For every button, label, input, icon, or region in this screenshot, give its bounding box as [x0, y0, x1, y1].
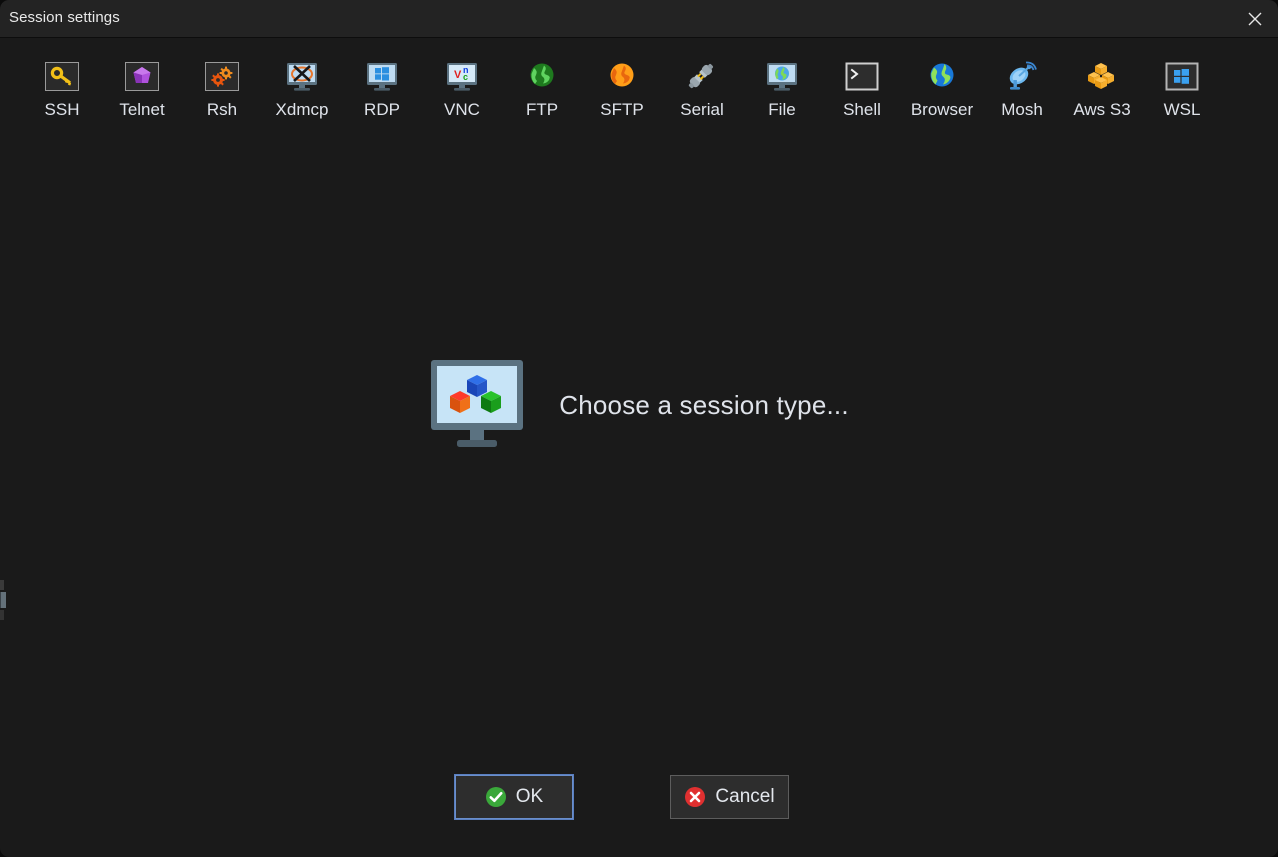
earth-globe-icon — [920, 58, 964, 94]
windows-box-icon — [1160, 58, 1204, 94]
title-bar: Session settings — [0, 0, 1278, 38]
session-type-sftp[interactable]: SFTP — [582, 44, 662, 120]
red-cross-icon — [684, 786, 706, 808]
vnc-monitor-icon: V n c — [440, 58, 484, 94]
plug-connector-icon — [680, 58, 724, 94]
session-type-shell[interactable]: Shell — [822, 44, 902, 120]
green-globe-icon — [520, 58, 564, 94]
ok-button-label: OK — [515, 786, 544, 807]
dialog-button-bar: OK Cancel — [0, 774, 1278, 821]
close-icon[interactable] — [1231, 0, 1278, 37]
left-edge-scrollbar-thumb[interactable] — [0, 592, 6, 608]
session-type-label: Telnet — [119, 100, 165, 119]
session-type-browser[interactable]: Browser — [902, 44, 982, 120]
session-type-serial[interactable]: Serial — [662, 44, 742, 120]
file-monitor-globe-icon — [760, 58, 804, 94]
session-type-vnc[interactable]: V n c VNC — [422, 44, 502, 120]
session-type-label: File — [768, 100, 796, 119]
session-type-label: Serial — [680, 100, 724, 119]
session-type-aws-s3[interactable]: Aws S3 — [1062, 44, 1142, 120]
session-type-rsh[interactable]: Rsh — [182, 44, 262, 120]
session-type-label: WSL — [1163, 100, 1201, 119]
cancel-button[interactable]: Cancel — [670, 775, 789, 819]
green-check-icon — [485, 786, 507, 808]
monitor-cubes-icon — [429, 358, 525, 452]
session-type-toolbar: SSH Telnet Rsh Xdmcp RDP V n c VNC FTP S… — [0, 44, 1278, 136]
svg-text:c: c — [463, 72, 468, 82]
session-type-label: Xdmcp — [275, 100, 329, 119]
x11-monitor-icon — [280, 58, 324, 94]
session-type-xdmcp[interactable]: Xdmcp — [262, 44, 342, 120]
session-type-label: FTP — [525, 100, 559, 119]
session-type-label: RDP — [364, 100, 400, 119]
placeholder-text: Choose a session type... — [559, 389, 849, 420]
cancel-button-label: Cancel — [715, 786, 775, 807]
session-type-label: SFTP — [600, 100, 644, 119]
session-type-label: SSH — [44, 100, 80, 119]
ok-button[interactable]: OK — [454, 774, 574, 820]
terminal-prompt-icon — [840, 58, 884, 94]
session-type-label: Rsh — [206, 100, 238, 119]
session-type-label: Mosh — [1001, 100, 1043, 119]
session-placeholder: Choose a session type... — [0, 356, 1278, 454]
left-edge-scroll-track-bottom — [0, 610, 4, 620]
window-title: Session settings — [9, 9, 120, 26]
session-type-mosh[interactable]: Mosh — [982, 44, 1062, 120]
aws-cubes-icon — [1080, 58, 1124, 94]
session-type-label: Shell — [843, 100, 881, 119]
left-edge-scroll-track-top — [0, 580, 4, 590]
svg-text:V: V — [454, 69, 462, 81]
windows-monitor-icon — [360, 58, 404, 94]
satellite-dish-icon — [1000, 58, 1044, 94]
gears-icon — [200, 58, 244, 94]
session-type-label: Browser — [910, 100, 974, 119]
key-icon — [40, 58, 84, 94]
session-type-label: VNC — [444, 100, 480, 119]
session-type-ssh[interactable]: SSH — [22, 44, 102, 120]
session-type-wsl[interactable]: WSL — [1142, 44, 1222, 120]
session-type-rdp[interactable]: RDP — [342, 44, 422, 120]
session-type-file[interactable]: File — [742, 44, 822, 120]
gem-icon — [120, 58, 164, 94]
session-type-telnet[interactable]: Telnet — [102, 44, 182, 120]
session-settings-dialog: Session settings SSH Telnet Rsh Xdmcp RD… — [0, 0, 1278, 857]
orange-globe-icon — [600, 58, 644, 94]
session-type-ftp[interactable]: FTP — [502, 44, 582, 120]
session-type-label: Aws S3 — [1073, 100, 1131, 119]
